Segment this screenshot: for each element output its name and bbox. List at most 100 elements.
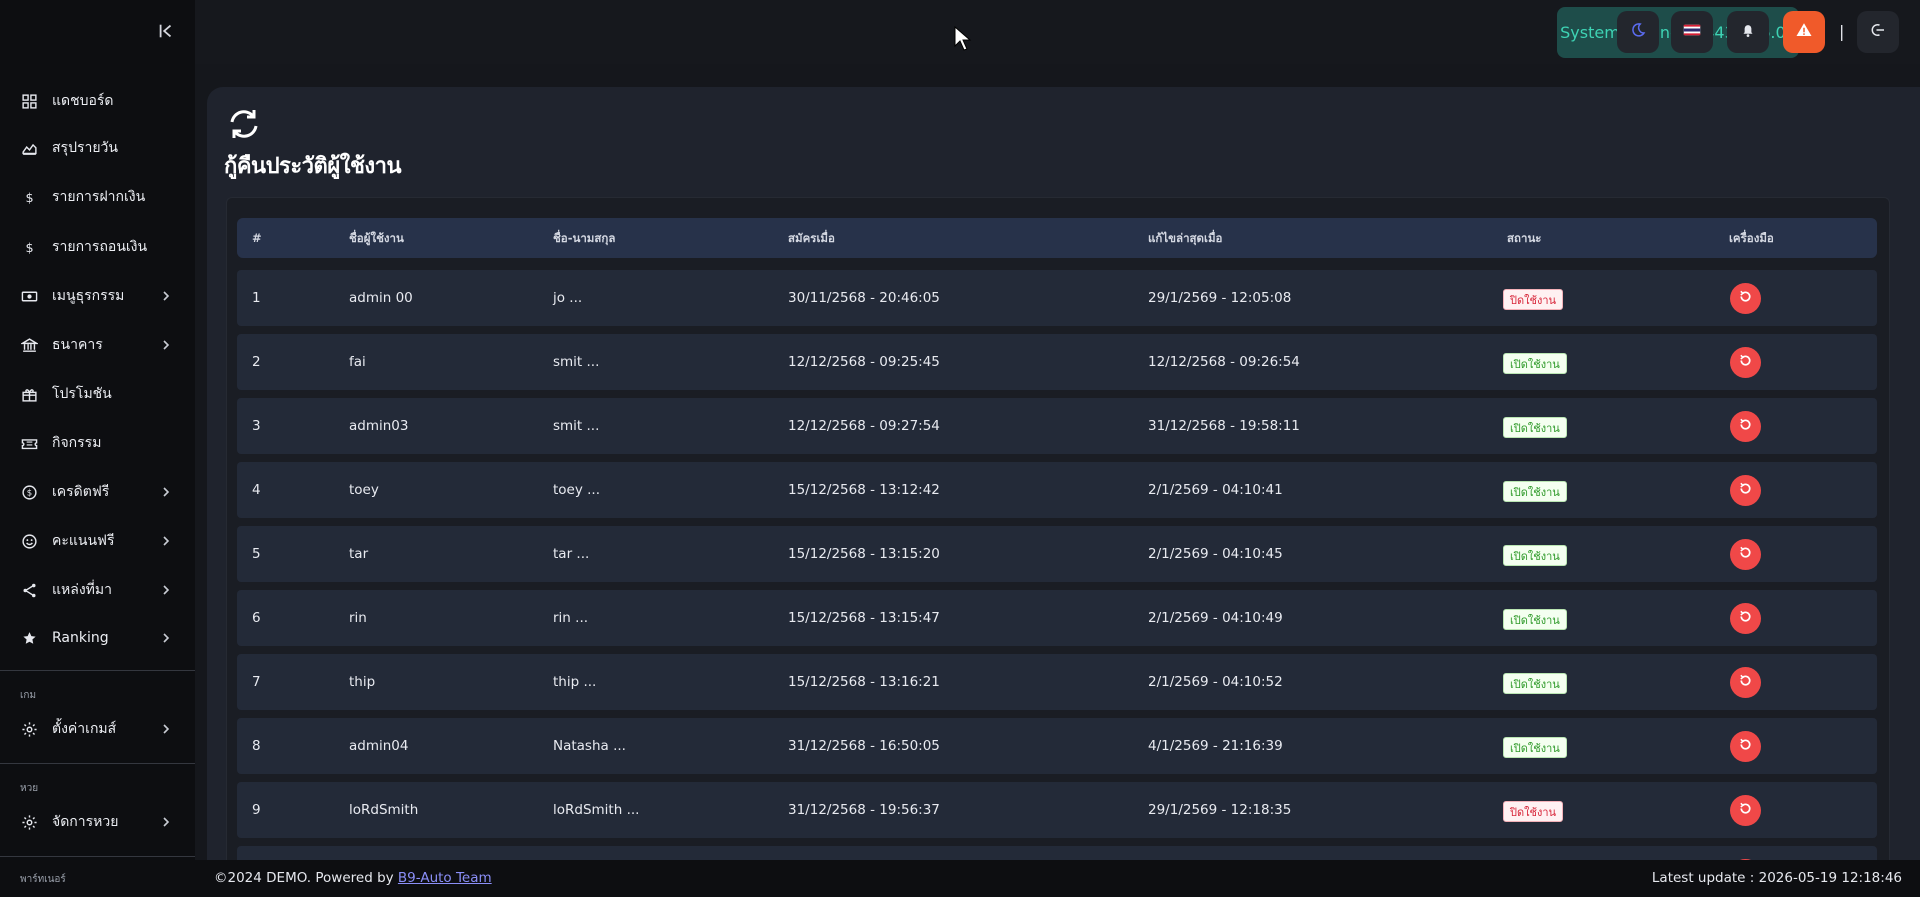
sidebar-item-label: ธนาคาร	[52, 337, 103, 353]
sidebar-item-lotto[interactable]: จัดการหวย	[0, 799, 195, 845]
share-icon	[20, 581, 38, 599]
cell-created: 30/11/2568 - 20:46:05	[788, 290, 940, 306]
collapse-sidebar-icon[interactable]	[155, 22, 177, 44]
table-row: 5 tar tar ... 15/12/2568 - 13:15:20 2/1/2569…	[237, 526, 1877, 582]
restore-button[interactable]	[1730, 795, 1761, 826]
cell-username: admin03	[349, 418, 409, 434]
status-badge: ปิดใช้งาน	[1503, 289, 1564, 310]
sidebar-item-5[interactable]: เมนูธุรกรรม	[0, 273, 195, 319]
restore-button[interactable]	[1730, 475, 1761, 506]
sidebar-item-8[interactable]: กิจกรรม	[0, 420, 195, 466]
logout-button[interactable]	[1857, 11, 1899, 53]
bell-icon	[1739, 21, 1757, 43]
copyright-text: ©2024 DEMO. Powered by B9-Auto Team	[214, 870, 492, 886]
chart-area-icon	[20, 139, 38, 157]
sidebar-item-label: เมนูธุรกรรม	[52, 288, 125, 304]
svg-text:$: $	[26, 488, 31, 498]
cell-updated: 12/12/2568 - 09:26:54	[1148, 354, 1300, 370]
sidebar-divider	[0, 670, 195, 671]
restore-button[interactable]	[1730, 411, 1761, 442]
sidebar-item-2[interactable]: สรุปรายวัน	[0, 125, 195, 171]
star-icon	[20, 629, 38, 647]
cell-fullname: smit ...	[553, 418, 600, 434]
language-button[interactable]	[1671, 11, 1713, 53]
restore-icon	[1738, 545, 1753, 564]
sidebar-item-label: แดชบอร์ด	[52, 93, 114, 109]
chevron-right-icon	[159, 630, 173, 644]
sidebar-divider	[0, 856, 195, 857]
theme-toggle-button[interactable]	[1617, 11, 1659, 53]
cell-number: 8	[252, 738, 261, 754]
cell-created: 15/12/2568 - 13:12:42	[788, 482, 940, 498]
chevron-right-icon	[159, 484, 173, 498]
alert-button[interactable]	[1783, 11, 1825, 53]
column-header-updated: แก้ไขล่าสุดเมื่อ	[1148, 231, 1223, 245]
powered-by-link[interactable]: B9-Auto Team	[398, 870, 492, 886]
restore-button[interactable]	[1730, 283, 1761, 314]
chevron-right-icon	[159, 533, 173, 547]
cell-number: 9	[252, 802, 261, 818]
sidebar-item-11[interactable]: แหล่งที่มา	[0, 567, 195, 613]
cell-number: 5	[252, 546, 261, 562]
column-header-number: #	[252, 231, 262, 245]
table-row: 6 rin rin ... 15/12/2568 - 13:15:47 2/1/2569…	[237, 590, 1877, 646]
restore-button[interactable]	[1730, 603, 1761, 634]
sidebar-item-label: สรุปรายวัน	[52, 140, 118, 156]
table-row: 8 admin04 Natasha ... 31/12/2568 - 16:50:05…	[237, 718, 1877, 774]
sidebar-item-1[interactable]: แดชบอร์ด	[0, 78, 195, 124]
chevron-right-icon	[159, 582, 173, 596]
thai-flag-icon	[1683, 21, 1701, 43]
restore-icon	[1738, 417, 1753, 436]
cell-username: fai	[349, 354, 366, 370]
cell-updated: 4/1/2569 - 21:16:39	[1148, 738, 1283, 754]
cell-fullname: thip ...	[553, 674, 597, 690]
dollar-icon: $	[20, 188, 38, 206]
sidebar-item-9[interactable]: $ เครดิตฟรี	[0, 469, 195, 515]
money-icon	[20, 287, 38, 305]
cell-fullname: smit ...	[553, 354, 600, 370]
sidebar-item-label: รายการฝากเงิน	[52, 189, 146, 205]
status-badge: เปิดใช้งาน	[1503, 737, 1567, 758]
restore-icon	[1738, 481, 1753, 500]
cell-username: toey	[349, 482, 379, 498]
column-header-created: สมัครเมื่อ	[788, 231, 835, 245]
svg-text:$: $	[25, 190, 33, 205]
gear-icon	[20, 720, 38, 738]
sidebar-item-4[interactable]: $ รายการถอนเงิน	[0, 224, 195, 270]
restore-button[interactable]	[1730, 731, 1761, 762]
chevron-right-icon	[159, 337, 173, 351]
restore-icon	[1738, 673, 1753, 692]
gear-icon	[20, 813, 38, 831]
table-header: # ชื่อผู้ใช้งาน ชื่อ-นามสกุล สมัครเมื่อ …	[237, 218, 1877, 258]
sidebar-item-game-settings[interactable]: ตั้งค่าเกมส์	[0, 706, 195, 752]
restore-button[interactable]	[1730, 667, 1761, 698]
cell-fullname: loRdSmith ...	[553, 802, 640, 818]
notifications-button[interactable]	[1727, 11, 1769, 53]
sidebar-item-10[interactable]: คะแนนฟรี	[0, 518, 195, 564]
app-root: แดชบอร์ดสรุปรายวัน $ รายการฝากเงิน $ รายการถ…	[0, 0, 1920, 897]
toolbar-separator: |	[1839, 22, 1845, 41]
column-header-username: ชื่อผู้ใช้งาน	[349, 231, 404, 245]
sidebar-item-7[interactable]: โปรโมชัน	[0, 371, 195, 417]
mouse-cursor-icon	[954, 26, 972, 51]
dashboard-icon	[20, 92, 38, 110]
restore-button[interactable]	[1730, 539, 1761, 570]
restore-button[interactable]	[1730, 347, 1761, 378]
restore-icon	[1738, 737, 1753, 756]
sidebar-item-12[interactable]: Ranking	[0, 615, 195, 661]
warning-icon	[1795, 21, 1813, 43]
cell-updated: 31/12/2568 - 19:58:11	[1148, 418, 1300, 434]
sidebar-divider	[0, 763, 195, 764]
sidebar-item-3[interactable]: $ รายการฝากเงิน	[0, 174, 195, 220]
latest-update-text: Latest update : 2026-05-19 12:18:46	[1651, 870, 1902, 886]
status-badge: เปิดใช้งาน	[1503, 673, 1567, 694]
cell-username: tar	[349, 546, 369, 562]
dollar-icon: $	[20, 238, 38, 256]
cell-number: 2	[252, 354, 261, 370]
sidebar-item-label: เครดิตฟรี	[52, 484, 110, 500]
cell-fullname: tar ...	[553, 546, 590, 562]
cell-number: 6	[252, 610, 261, 626]
topbar: System Balance : 443,246.02 |	[195, 0, 1920, 64]
sidebar-item-6[interactable]: ธนาคาร	[0, 322, 195, 368]
sidebar: แดชบอร์ดสรุปรายวัน $ รายการฝากเงิน $ รายการถ…	[0, 0, 195, 897]
